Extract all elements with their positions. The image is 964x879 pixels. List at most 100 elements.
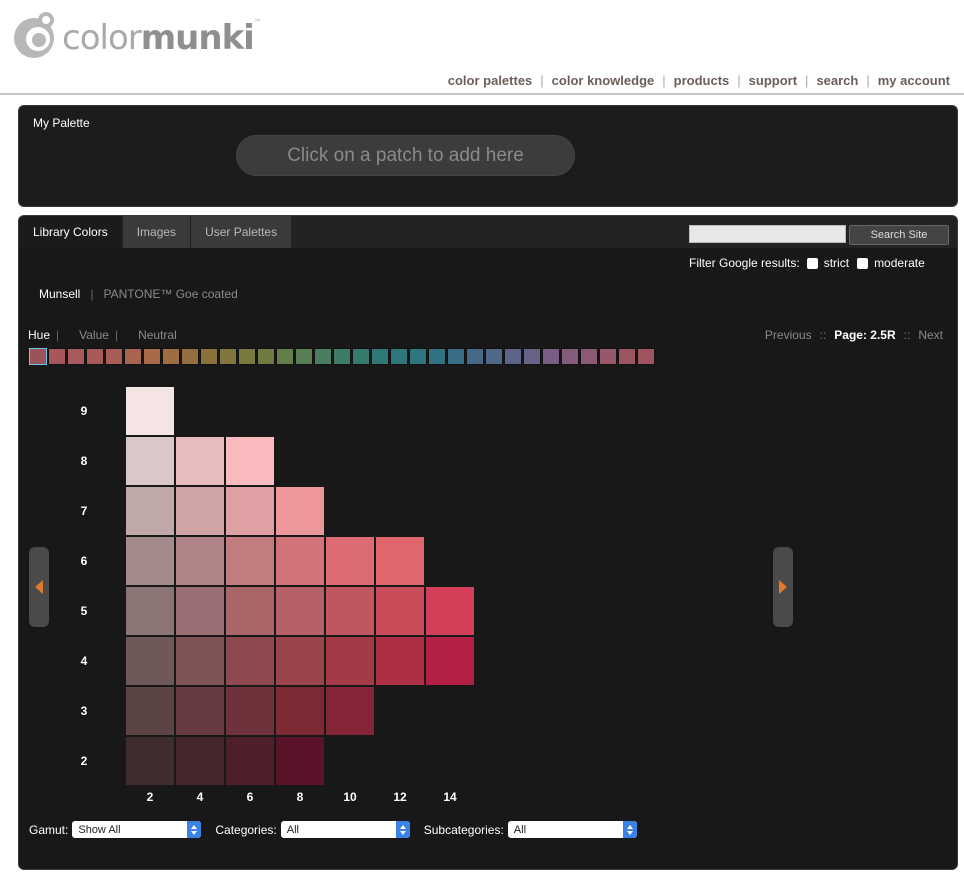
mode-value[interactable]: Value: [79, 328, 109, 342]
nav-products[interactable]: products: [674, 73, 730, 88]
hue-swatch[interactable]: [428, 348, 446, 365]
library-munsell[interactable]: Munsell: [39, 287, 80, 301]
hue-swatch[interactable]: [580, 348, 598, 365]
subcategories-select[interactable]: All: [507, 821, 637, 838]
color-patch[interactable]: [426, 637, 474, 685]
hue-swatch[interactable]: [618, 348, 636, 365]
hue-swatch[interactable]: [485, 348, 503, 365]
moderate-checkbox[interactable]: [857, 257, 869, 269]
hue-swatch[interactable]: [542, 348, 560, 365]
hue-swatch[interactable]: [105, 348, 123, 365]
color-patch[interactable]: [176, 687, 224, 735]
color-patch[interactable]: [226, 687, 274, 735]
hue-swatch[interactable]: [409, 348, 427, 365]
color-patch[interactable]: [376, 587, 424, 635]
hue-swatch[interactable]: [466, 348, 484, 365]
hue-swatch[interactable]: [86, 348, 104, 365]
color-patch[interactable]: [126, 587, 174, 635]
color-patch[interactable]: [126, 387, 174, 435]
color-patch[interactable]: [126, 687, 174, 735]
previous-link[interactable]: Previous: [765, 328, 812, 342]
color-patch[interactable]: [226, 737, 274, 785]
prev-hue-button[interactable]: [29, 547, 49, 627]
hue-swatch[interactable]: [29, 348, 47, 365]
color-patch[interactable]: [126, 537, 174, 585]
color-patch[interactable]: [226, 487, 274, 535]
logo-mark-icon: [14, 12, 62, 58]
hue-swatch[interactable]: [143, 348, 161, 365]
nav-color-knowledge[interactable]: color knowledge: [552, 73, 655, 88]
hue-swatch[interactable]: [276, 348, 294, 365]
color-patch[interactable]: [426, 587, 474, 635]
color-patch[interactable]: [176, 637, 224, 685]
hue-swatch[interactable]: [238, 348, 256, 365]
tab-user-palettes[interactable]: User Palettes: [191, 216, 293, 248]
color-patch[interactable]: [326, 637, 374, 685]
color-patch[interactable]: [226, 637, 274, 685]
gamut-select[interactable]: Show All: [72, 821, 202, 838]
color-patch[interactable]: [276, 687, 324, 735]
color-patch[interactable]: [126, 637, 174, 685]
tab-library-colors[interactable]: Library Colors: [19, 216, 123, 248]
search-site-button[interactable]: Search Site: [849, 225, 949, 245]
mode-neutral[interactable]: Neutral: [138, 328, 177, 342]
hue-swatch[interactable]: [162, 348, 180, 365]
library-pantone-goe[interactable]: PANTONE™ Goe coated: [103, 287, 237, 301]
hue-swatch[interactable]: [333, 348, 351, 365]
palette-drop-zone[interactable]: Click on a patch to add here: [236, 135, 575, 176]
nav-support[interactable]: support: [749, 73, 797, 88]
color-patch[interactable]: [376, 637, 424, 685]
color-patch[interactable]: [126, 487, 174, 535]
next-hue-button[interactable]: [773, 547, 793, 627]
color-patch[interactable]: [326, 587, 374, 635]
color-patch[interactable]: [376, 537, 424, 585]
hue-swatch[interactable]: [504, 348, 522, 365]
hue-swatch[interactable]: [295, 348, 313, 365]
hue-swatch[interactable]: [48, 348, 66, 365]
color-patch[interactable]: [276, 487, 324, 535]
hue-swatch[interactable]: [447, 348, 465, 365]
hue-swatch[interactable]: [371, 348, 389, 365]
next-link[interactable]: Next: [918, 328, 943, 342]
nav-my-account[interactable]: my account: [878, 73, 950, 88]
color-patch[interactable]: [276, 637, 324, 685]
hue-swatch[interactable]: [219, 348, 237, 365]
color-patch[interactable]: [226, 437, 274, 485]
hue-swatch[interactable]: [561, 348, 579, 365]
color-patch[interactable]: [276, 737, 324, 785]
color-patch[interactable]: [176, 437, 224, 485]
color-patch[interactable]: [276, 587, 324, 635]
nav-search[interactable]: search: [816, 73, 858, 88]
hue-swatch[interactable]: [200, 348, 218, 365]
hue-swatch[interactable]: [181, 348, 199, 365]
color-patch[interactable]: [126, 437, 174, 485]
color-patch[interactable]: [176, 737, 224, 785]
search-input[interactable]: [689, 225, 846, 243]
tab-images[interactable]: Images: [122, 216, 192, 248]
nav-color-palettes[interactable]: color palettes: [448, 73, 533, 88]
color-patch[interactable]: [126, 737, 174, 785]
color-patch[interactable]: [176, 487, 224, 535]
color-patch[interactable]: [326, 687, 374, 735]
hue-swatch[interactable]: [67, 348, 85, 365]
hue-swatch[interactable]: [352, 348, 370, 365]
view-modes: Hue | Value | Neutral: [28, 328, 177, 342]
color-patch[interactable]: [176, 587, 224, 635]
select-arrows-icon: [395, 821, 410, 838]
logo[interactable]: colormunki™: [14, 10, 262, 60]
color-patch[interactable]: [326, 537, 374, 585]
color-patch[interactable]: [226, 537, 274, 585]
hue-swatch[interactable]: [257, 348, 275, 365]
mode-hue[interactable]: Hue: [28, 328, 50, 342]
hue-swatch[interactable]: [390, 348, 408, 365]
hue-swatch[interactable]: [314, 348, 332, 365]
strict-checkbox[interactable]: [806, 257, 818, 269]
categories-select[interactable]: All: [280, 821, 410, 838]
hue-swatch[interactable]: [124, 348, 142, 365]
hue-swatch[interactable]: [523, 348, 541, 365]
color-patch[interactable]: [226, 587, 274, 635]
color-patch[interactable]: [176, 537, 224, 585]
hue-swatch[interactable]: [637, 348, 655, 365]
color-patch[interactable]: [276, 537, 324, 585]
hue-swatch[interactable]: [599, 348, 617, 365]
